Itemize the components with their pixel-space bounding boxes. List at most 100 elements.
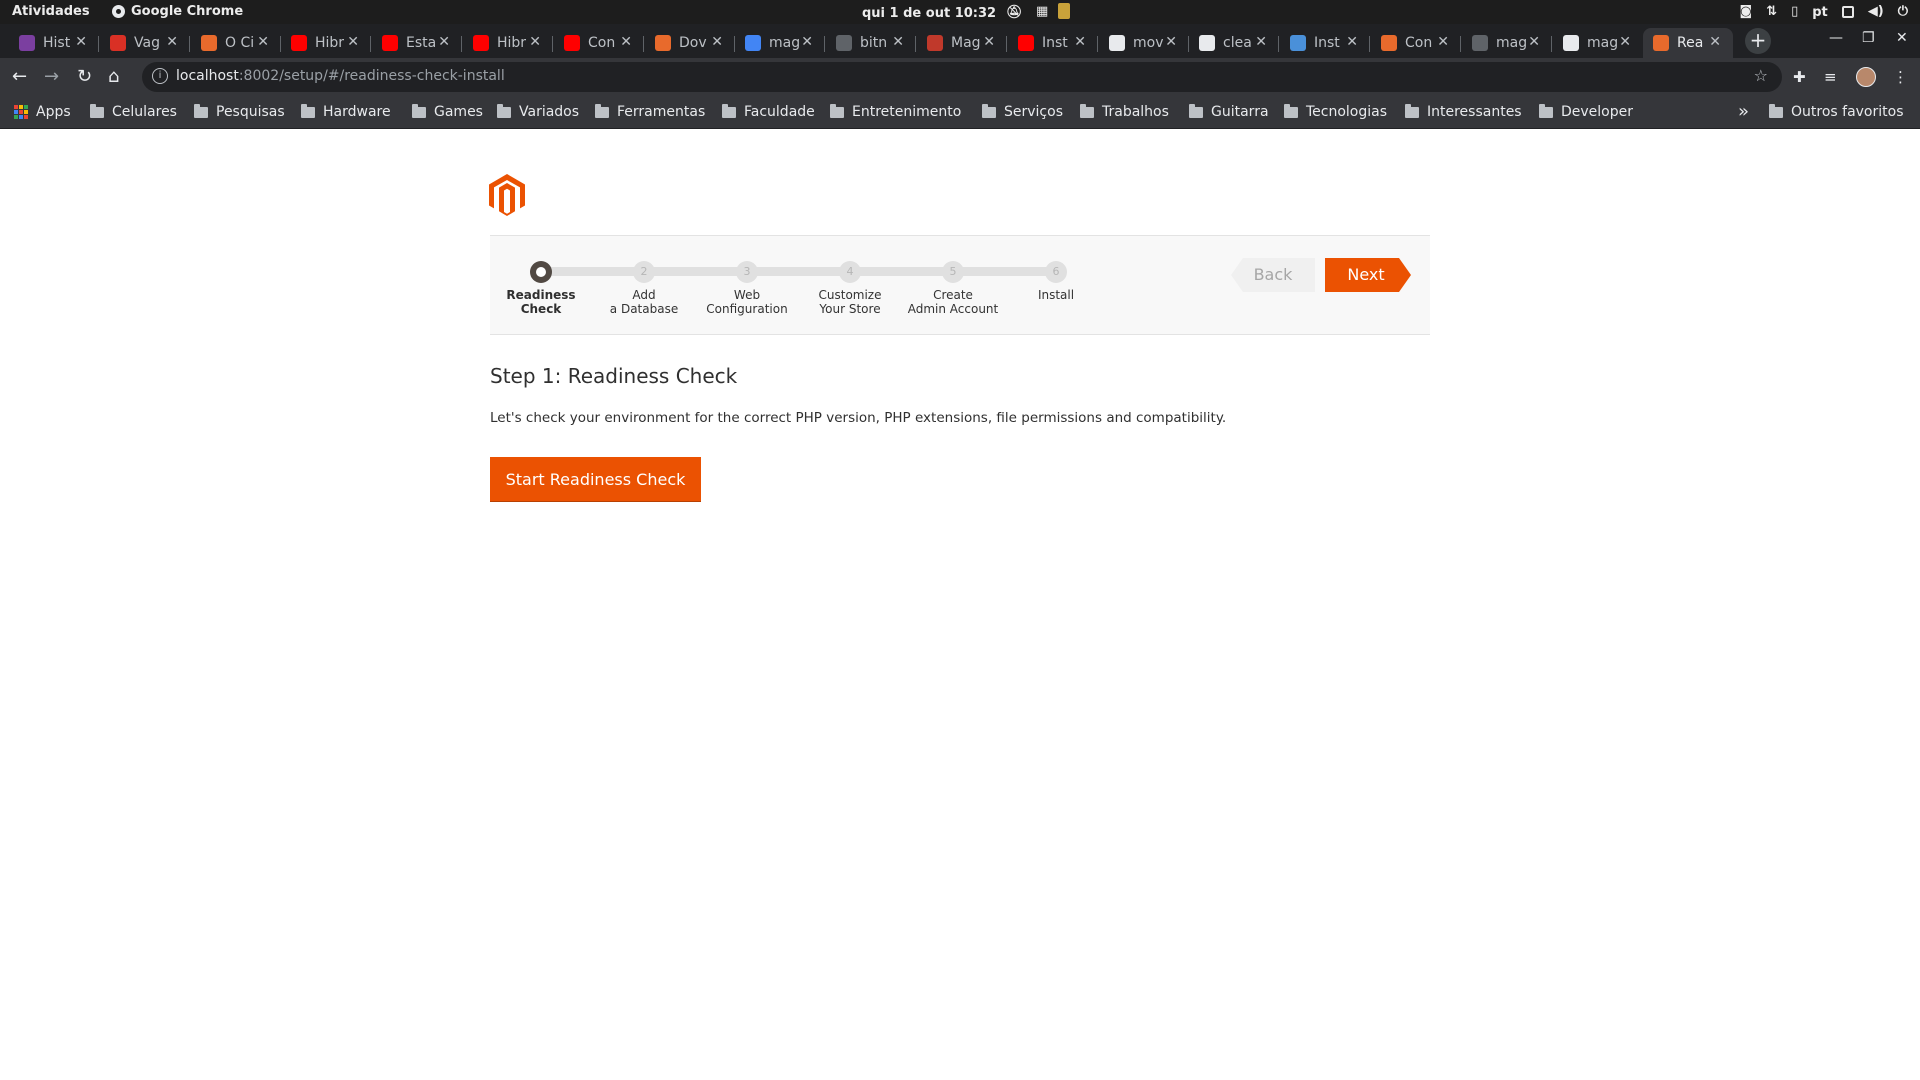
browser-tab[interactable]: Rea ✕ (1643, 28, 1733, 58)
tab-close-icon[interactable]: ✕ (75, 34, 87, 50)
tab-close-icon[interactable]: ✕ (1709, 34, 1721, 50)
next-button[interactable]: Next (1325, 258, 1411, 292)
tab-close-icon[interactable]: ✕ (438, 34, 450, 50)
linkedin-icon (201, 35, 217, 51)
youtube-icon (564, 35, 580, 51)
tab-close-icon[interactable]: ✕ (257, 34, 269, 50)
volume-icon[interactable]: ◀) (1868, 3, 1884, 21)
browser-tab[interactable]: Mag ✕ (917, 28, 1007, 58)
bookmark-folder[interactable]: Tecnologias (1284, 103, 1388, 120)
address-bar[interactable]: i localhost:8002/setup/#/readiness-check… (142, 62, 1782, 92)
browser-tab[interactable]: bitn ✕ (826, 28, 916, 58)
site-info-icon[interactable]: i (152, 68, 168, 84)
bookmarks-bar: Apps » Outros favoritos Celulares Pesquis… (0, 96, 1920, 129)
step-label: Web Configuration (687, 288, 807, 316)
bookmark-folder[interactable]: Faculdade (722, 103, 815, 120)
url-text[interactable]: localhost:8002/setup/#/readiness-check-i… (176, 68, 505, 84)
browser-tab[interactable]: Con ✕ (554, 28, 644, 58)
extensions-icon[interactable]: ✚ (1793, 68, 1806, 86)
browser-tab[interactable]: mag ✕ (1553, 28, 1643, 58)
screenshot-icon[interactable]: ◙ (1740, 3, 1753, 21)
tab-close-icon[interactable]: ✕ (529, 34, 541, 50)
browser-tab[interactable]: Inst ✕ (1280, 28, 1370, 58)
bookmark-folder-label: Tecnologias (1306, 104, 1388, 120)
profile-avatar[interactable] (1856, 67, 1876, 87)
browser-tab[interactable]: mov ✕ (1099, 28, 1189, 58)
battery-indicator-icon[interactable] (1058, 3, 1071, 19)
bookmark-folder[interactable]: Ferramentas (595, 103, 705, 120)
activities-button[interactable]: Atividades (12, 4, 90, 19)
bookmark-folder-label: Developer (1561, 104, 1634, 120)
browser-tab[interactable]: clea ✕ (1189, 28, 1279, 58)
app-menu[interactable]: Google Chrome (112, 4, 243, 19)
bookmark-other-favorites[interactable]: Outros favoritos (1769, 103, 1904, 120)
back-arrow-icon[interactable]: ← (12, 67, 27, 87)
tab-close-icon[interactable]: ✕ (801, 34, 813, 50)
bookmark-folder[interactable]: Hardware (301, 103, 391, 120)
new-tab-button[interactable]: + (1745, 28, 1771, 54)
tab-close-icon[interactable]: ✕ (620, 34, 632, 50)
minimize-button[interactable]: — (1829, 30, 1843, 46)
media-queue-icon[interactable]: ≡ (1824, 68, 1837, 86)
menu-dots-icon[interactable]: ⋮ (1893, 68, 1908, 86)
bookmark-folder[interactable]: Celulares (90, 103, 177, 120)
browser-tab[interactable]: mag ✕ (735, 28, 825, 58)
forward-arrow-icon[interactable]: → (44, 67, 59, 87)
browser-tab[interactable]: Esta ✕ (372, 28, 462, 58)
tab-close-icon[interactable]: ✕ (1437, 34, 1449, 50)
browser-tab[interactable]: Dov ✕ (645, 28, 735, 58)
tab-close-icon[interactable]: ✕ (347, 34, 359, 50)
step-label-line2: Admin Account (907, 302, 999, 316)
gmail-icon (110, 35, 126, 51)
clipboard-icon[interactable]: ▯ (1791, 3, 1798, 21)
power-icon[interactable]: ⏻ (1898, 3, 1908, 21)
tab-close-icon[interactable]: ✕ (1255, 34, 1267, 50)
setup-progress-nav: Back Next Readiness Check 2 Add a Database 3 W… (490, 235, 1430, 335)
tab-separator (461, 36, 462, 52)
bookmark-folder[interactable]: Entretenimento (830, 103, 961, 120)
bookmark-folder[interactable]: Trabalhos (1080, 103, 1169, 120)
tab-close-icon[interactable]: ✕ (1619, 34, 1631, 50)
browser-tab[interactable]: Con ✕ (1371, 28, 1461, 58)
tab-close-icon[interactable]: ✕ (1074, 34, 1086, 50)
browser-tab[interactable]: O Ci ✕ (191, 28, 281, 58)
tab-close-icon[interactable]: ✕ (983, 34, 995, 50)
bookmark-apps[interactable]: Apps (14, 104, 71, 120)
restore-button[interactable]: ❐ (1862, 30, 1875, 46)
browser-tab[interactable]: Hibr ✕ (463, 28, 553, 58)
bookmark-folder[interactable]: Variados (497, 103, 579, 120)
tab-close-icon[interactable]: ✕ (1346, 34, 1358, 50)
tab-close-icon[interactable]: ✕ (711, 34, 723, 50)
bookmarks-overflow-button[interactable]: » (1738, 101, 1749, 122)
network-icon[interactable]: ⇅ (1766, 3, 1777, 21)
tab-close-icon[interactable]: ✕ (892, 34, 904, 50)
tab-close-icon[interactable]: ✕ (1165, 34, 1177, 50)
browser-tab[interactable]: mag ✕ (1462, 28, 1552, 58)
browser-tab[interactable]: Vag ✕ (100, 28, 190, 58)
cpu-indicator-icon[interactable]: ▦ (1036, 3, 1048, 21)
browser-tab[interactable]: Hibr ✕ (281, 28, 371, 58)
bookmark-folder[interactable]: Developer (1539, 103, 1634, 120)
close-window-button[interactable]: ✕ (1896, 30, 1908, 46)
browser-tab[interactable]: Hist ✕ (9, 28, 99, 58)
bookmark-folder[interactable]: Games (412, 103, 483, 120)
bookmark-folder[interactable]: Guitarra (1189, 103, 1269, 120)
home-icon[interactable]: ⌂ (108, 67, 119, 87)
bookmark-folder[interactable]: Interessantes (1405, 103, 1522, 120)
tab-separator (1460, 36, 1461, 52)
tab-close-icon[interactable]: ✕ (166, 34, 178, 50)
tab-close-icon[interactable]: ✕ (1528, 34, 1540, 50)
bookmark-folder-label: Pesquisas (216, 104, 285, 120)
bookmark-folder[interactable]: Serviços (982, 103, 1063, 120)
reload-icon[interactable]: ↻ (77, 67, 92, 87)
youtube-icon (1018, 35, 1034, 51)
browser-tab[interactable]: Inst ✕ (1008, 28, 1098, 58)
language-indicator[interactable]: pt (1812, 5, 1828, 20)
back-button[interactable]: Back (1231, 258, 1315, 292)
clock[interactable]: qui 1 de out 10:32 🔕︎ (862, 4, 1023, 22)
start-readiness-check-button[interactable]: Start Readiness Check (490, 457, 701, 502)
bookmark-folder[interactable]: Pesquisas (194, 103, 285, 120)
display-icon[interactable] (1841, 6, 1854, 18)
bookmark-star-icon[interactable]: ☆ (1754, 66, 1768, 85)
step-description: Let's check your environment for the cor… (490, 410, 1227, 426)
